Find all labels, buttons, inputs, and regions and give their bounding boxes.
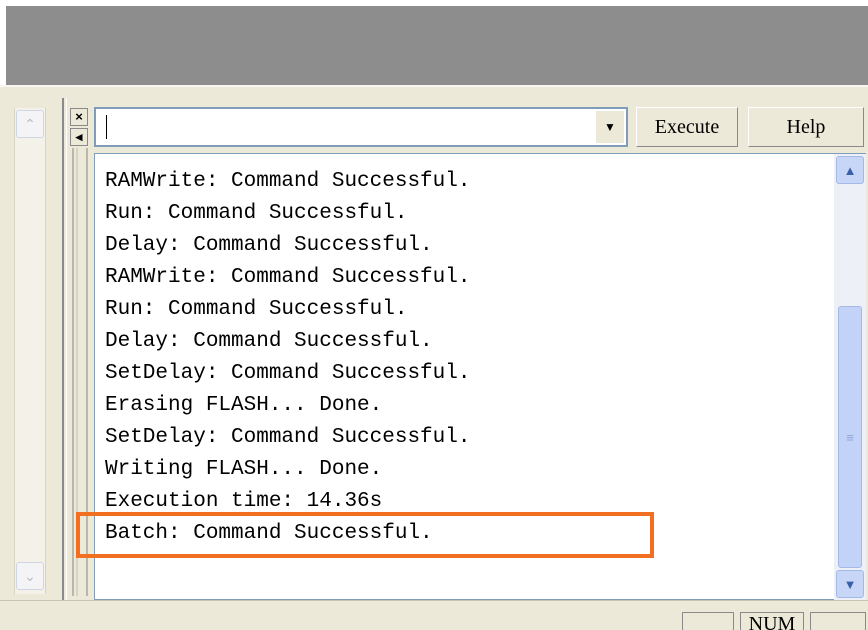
output-line: RAMWrite: Command Successful. [105,170,471,193]
left-scrollbar: ⌃ ⌄ [14,108,46,594]
text-caret [106,115,107,139]
status-panel-empty [682,612,734,630]
output-line: Delay: Command Successful. [105,330,433,353]
arrow-left-icon: ◂ [75,129,83,144]
chevron-down-icon: ▼ [843,576,857,592]
status-panel-empty [810,612,866,630]
left-scroll-up-button: ⌃ [16,110,44,138]
chevron-down-icon: ▼ [604,120,616,134]
help-button[interactable]: Help [748,107,864,147]
combobox-dropdown-button[interactable]: ▼ [596,111,624,143]
command-combobox[interactable]: ▼ [94,107,628,147]
title-bar [0,0,868,85]
output-line: Run: Command Successful. [105,202,408,225]
title-bar-background [6,6,868,85]
status-bar [0,600,868,630]
output-line: Delay: Command Successful. [105,234,433,257]
grip-icon: ≡ [846,429,854,445]
chevron-up-icon: ⌃ [24,115,36,132]
output-line: SetDelay: Command Successful. [105,362,471,385]
output-scrollbar[interactable]: ▲ ≡ ▼ [834,154,866,600]
scroll-up-button[interactable]: ▲ [836,156,864,184]
chevron-down-icon: ⌄ [24,567,36,584]
output-lines: RAMWrite: Command Successful. Run: Comman… [105,166,470,550]
output-line: RAMWrite: Command Successful. [105,266,471,289]
left-scroll-down-button: ⌄ [16,562,44,590]
frame-edge [0,85,868,95]
scroll-thumb[interactable]: ≡ [838,306,862,568]
output-line: Run: Command Successful. [105,298,408,321]
status-num-indicator: NUM [740,612,804,630]
close-pane-button[interactable]: × [70,108,88,126]
docking-grip[interactable] [72,148,74,596]
highlight-box [76,512,654,558]
close-icon: × [75,109,83,124]
scroll-down-button[interactable]: ▼ [836,570,864,598]
chevron-up-icon: ▲ [843,162,857,178]
pane-divider-highlight [66,98,67,600]
output-line: Writing FLASH... Done. [105,458,383,481]
output-line: SetDelay: Command Successful. [105,426,471,449]
output-line: Erasing FLASH... Done. [105,394,383,417]
execute-button[interactable]: Execute [636,107,738,147]
dock-arrow-button[interactable]: ◂ [70,128,88,146]
pane-divider[interactable] [62,98,64,600]
